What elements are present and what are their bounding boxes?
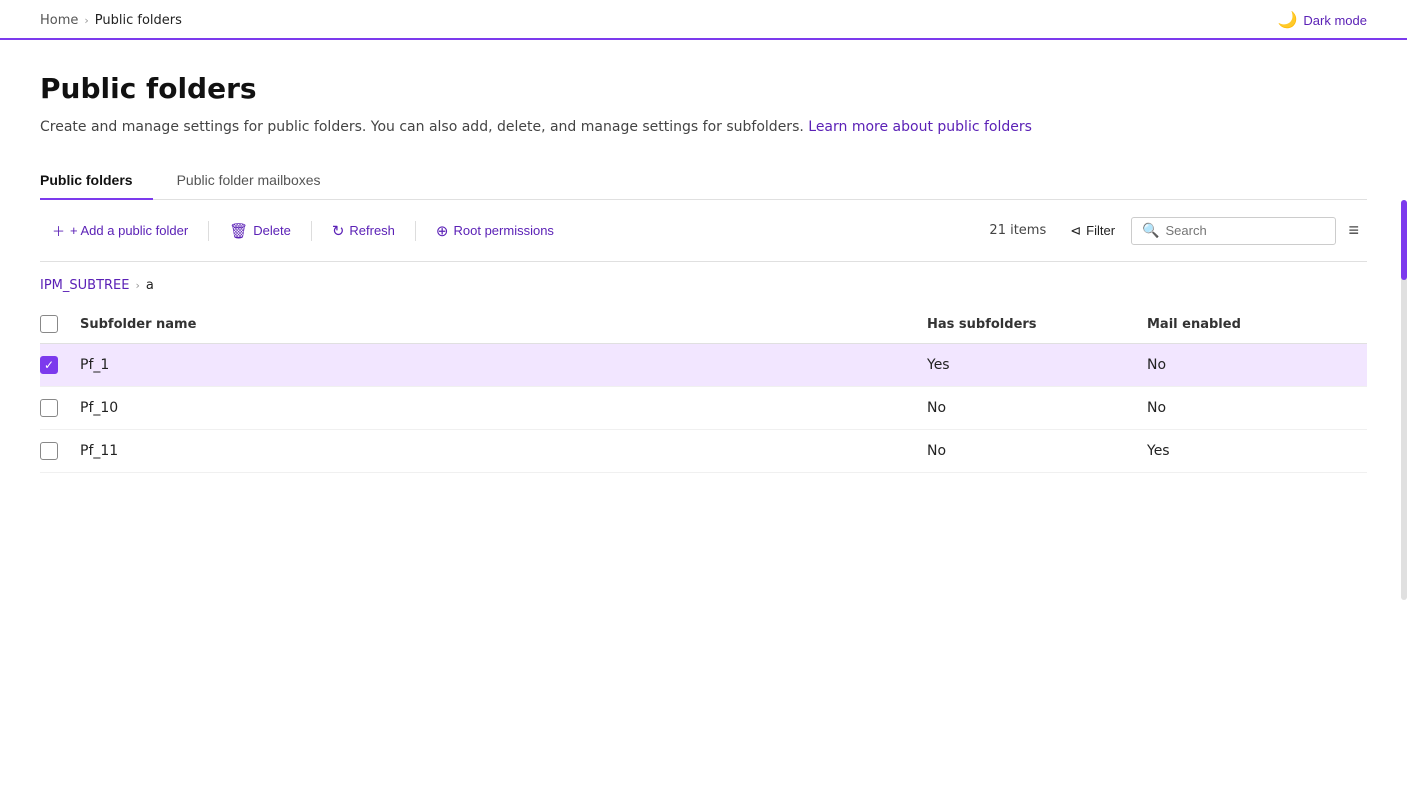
tab-public-folders[interactable]: Public folders [40, 162, 153, 200]
path-current: a [146, 278, 154, 293]
item-count: 21 items [989, 223, 1046, 238]
col-header-name: Subfolder name [80, 317, 927, 332]
breadcrumb-separator: › [84, 14, 88, 27]
row-has-subfolders-0: Yes [927, 357, 1147, 373]
menu-lines-icon: ≡ [1348, 220, 1359, 240]
path-separator: › [135, 279, 139, 292]
refresh-icon: ↻ [332, 222, 345, 240]
breadcrumb-home[interactable]: Home [40, 13, 78, 28]
separator-2 [311, 221, 312, 241]
row-name-0: Pf_1 [80, 357, 927, 373]
table-row[interactable]: Pf_1 Yes No [40, 344, 1367, 387]
root-permissions-label: Root permissions [454, 223, 554, 238]
toolbar: ＋ + Add a public folder 🗑 Delete ↻ Refre… [40, 200, 1367, 262]
row-has-subfolders-1: No [927, 400, 1147, 416]
select-all-checkbox[interactable] [40, 315, 58, 333]
add-public-folder-button[interactable]: ＋ + Add a public folder [40, 214, 200, 247]
separator-3 [415, 221, 416, 241]
row-checkbox-1[interactable] [40, 399, 58, 417]
add-icon: ＋ [52, 221, 65, 240]
filter-button[interactable]: ⊲ Filter [1058, 216, 1127, 246]
root-permissions-button[interactable]: ⊕ Root permissions [424, 215, 566, 247]
separator-1 [208, 221, 209, 241]
row-name-1: Pf_10 [80, 400, 927, 416]
scrollbar[interactable] [1401, 200, 1407, 600]
row-checkbox-2[interactable] [40, 442, 58, 460]
row-mail-enabled-1: No [1147, 400, 1367, 416]
folders-table: Subfolder name Has subfolders Mail enabl… [40, 305, 1367, 473]
search-box: 🔍 [1131, 217, 1336, 245]
delete-icon: 🗑 [229, 222, 248, 240]
add-label: + Add a public folder [70, 223, 188, 238]
breadcrumb-current: Public folders [95, 13, 182, 28]
dark-mode-button[interactable]: 🌙 Dark mode [1278, 10, 1368, 38]
search-icon: 🔍 [1142, 223, 1159, 239]
row-has-subfolders-2: No [927, 443, 1147, 459]
scrollbar-thumb[interactable] [1401, 200, 1407, 280]
page-description: Create and manage settings for public fo… [40, 117, 1367, 138]
folder-path: IPM_SUBTREE › a [40, 262, 1367, 305]
breadcrumb: Home › Public folders [40, 13, 182, 36]
tabs-container: Public folders Public folder mailboxes [40, 162, 1367, 200]
table-row[interactable]: Pf_10 No No [40, 387, 1367, 430]
table-header: Subfolder name Has subfolders Mail enabl… [40, 305, 1367, 344]
dark-mode-label: Dark mode [1303, 13, 1367, 28]
row-name-2: Pf_11 [80, 443, 927, 459]
more-options-button[interactable]: ≡ [1340, 215, 1367, 246]
row-mail-enabled-0: No [1147, 357, 1367, 373]
table-row[interactable]: Pf_11 No Yes [40, 430, 1367, 473]
path-root[interactable]: IPM_SUBTREE [40, 278, 129, 293]
row-checkbox-0[interactable] [40, 356, 58, 374]
dark-mode-icon: 🌙 [1278, 10, 1298, 30]
delete-label: Delete [253, 223, 291, 238]
col-header-mail-enabled: Mail enabled [1147, 317, 1367, 332]
filter-icon: ⊲ [1070, 223, 1081, 239]
col-header-has-subfolders: Has subfolders [927, 317, 1147, 332]
delete-button[interactable]: 🗑 Delete [217, 215, 303, 247]
search-input[interactable] [1165, 223, 1325, 238]
page-title: Public folders [40, 72, 1367, 105]
filter-label: Filter [1086, 223, 1115, 238]
refresh-label: Refresh [349, 223, 395, 238]
refresh-button[interactable]: ↻ Refresh [320, 215, 407, 247]
row-mail-enabled-2: Yes [1147, 443, 1367, 459]
learn-more-link[interactable]: Learn more about public folders [808, 119, 1032, 135]
tab-public-folder-mailboxes[interactable]: Public folder mailboxes [177, 162, 341, 200]
permissions-icon: ⊕ [436, 222, 449, 240]
